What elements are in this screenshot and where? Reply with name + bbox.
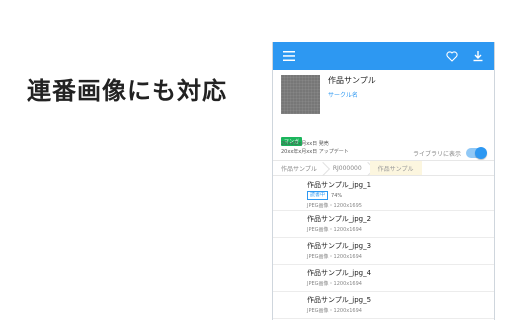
download-icon[interactable] [470, 48, 486, 64]
file-item[interactable]: 作品サンプル_jpg_1 読書中 74% JPEG画像・1200x1695 [273, 177, 494, 211]
date-info: 20xx年x月xx日 発売 20xx年x月xx日 アップデート [281, 140, 349, 156]
breadcrumb: 作品サンプル RJ000000 作品サンプル [273, 160, 494, 176]
app-screen: 作品サンプル サークル名 マンガ 20xx年x月xx日 発売 20xx年x月xx… [272, 42, 495, 320]
file-name: 作品サンプル_jpg_1 [307, 181, 372, 189]
toggle-knob [475, 147, 487, 159]
breadcrumb-current: 作品サンプル [369, 161, 422, 175]
file-list: 作品サンプル_jpg_1 読書中 74% JPEG画像・1200x1695 作品… [273, 177, 494, 319]
update-date: 20xx年x月xx日 アップデート [281, 149, 349, 155]
reading-status-badge: 読書中 [307, 191, 329, 200]
file-item[interactable]: 作品サンプル_jpg_4 JPEG画像・1200x1694 [273, 265, 494, 292]
file-item[interactable]: 作品サンプル_jpg_5 JPEG画像・1200x1694 [273, 292, 494, 319]
work-info: 作品サンプル サークル名 [273, 70, 494, 147]
cover-thumbnail[interactable] [281, 75, 320, 114]
file-name: 作品サンプル_jpg_2 [307, 215, 372, 223]
progress-percent: 74% [331, 192, 343, 199]
file-info: JPEG画像・1200x1694 [307, 254, 362, 260]
reading-progress: 読書中 74% [307, 191, 494, 200]
file-info: JPEG画像・1200x1694 [307, 281, 362, 287]
library-toggle-label: ライブラリに表示 [412, 150, 461, 158]
file-name: 作品サンプル_jpg_5 [307, 296, 372, 304]
library-toggle[interactable] [466, 147, 487, 159]
file-item[interactable]: 作品サンプル_jpg_3 JPEG画像・1200x1694 [273, 238, 494, 265]
file-info: JPEG画像・1200x1694 [307, 308, 362, 314]
circle-link[interactable]: サークル名 [328, 90, 376, 99]
app-bar [273, 42, 494, 70]
menu-icon[interactable] [281, 48, 297, 64]
breadcrumb-item[interactable]: 作品サンプル [273, 161, 325, 175]
file-name: 作品サンプル_jpg_4 [307, 269, 372, 277]
library-toggle-row: ライブラリに表示 [412, 147, 487, 159]
file-info: JPEG画像・1200x1694 [307, 227, 362, 233]
file-name: 作品サンプル_jpg_3 [307, 242, 372, 250]
file-info: JPEG画像・1200x1695 [307, 203, 362, 209]
promo-headline: 連番画像にも対応 [27, 77, 227, 105]
file-item[interactable]: 作品サンプル_jpg_2 JPEG画像・1200x1694 [273, 211, 494, 238]
release-date: 20xx年x月xx日 発売 [281, 141, 329, 147]
heart-icon[interactable] [444, 48, 460, 64]
breadcrumb-item[interactable]: RJ000000 [325, 161, 370, 175]
work-title: 作品サンプル [328, 76, 376, 85]
